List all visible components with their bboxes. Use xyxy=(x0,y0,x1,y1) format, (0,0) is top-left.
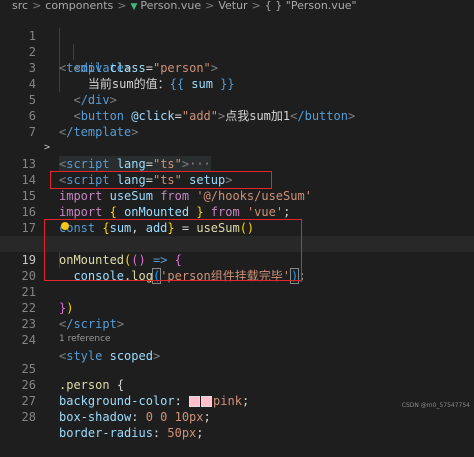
breadcrumb-item-file[interactable]: Person.vue xyxy=(140,0,201,12)
code-line[interactable]: 17 xyxy=(0,204,474,235)
css-property: box-shadow xyxy=(59,410,132,424)
code-line[interactable]: 2 <div class="person"> xyxy=(0,28,474,75)
codelens-references[interactable]: 1 reference xyxy=(59,334,111,344)
code-line[interactable]: 14 import useSum from '@/hooks/useSum' xyxy=(0,156,474,203)
code-line[interactable]: 4 </div> xyxy=(0,60,474,107)
chevron-right-icon: > xyxy=(205,0,215,12)
code-line[interactable]: 3 当前sum的值：{{ sum }} xyxy=(0,44,474,91)
watermark: CSDN @m0_57547754 xyxy=(401,402,470,409)
breadcrumb: src > components > ▼ Person.vue > Vetur >{ } "Pe… xyxy=(0,0,474,12)
code-line[interactable]: 1 <template> xyxy=(0,12,474,75)
chevron-right-icon: > xyxy=(251,0,261,12)
code-line[interactable]: 24 <style scoped> xyxy=(0,316,474,363)
code-line[interactable]: 5 <button @click="add">点我sum加1</button> xyxy=(0,76,474,123)
code-line[interactable]: 25 .person { xyxy=(0,345,474,392)
tag-name: /template xyxy=(66,125,132,139)
breadcrumb-item-symbol[interactable]: { } "Person.vue" xyxy=(265,0,357,12)
vue-file-icon: ▼ xyxy=(130,2,138,12)
breadcrumb-item-src[interactable]: src xyxy=(12,0,28,12)
highlight-box-import xyxy=(50,171,272,189)
code-line[interactable]: 16 const {sum, add} = useSum() xyxy=(0,188,474,235)
code-line[interactable]: 22 </script> xyxy=(0,284,474,331)
line-number: 7 xyxy=(28,125,36,139)
css-value: 50px xyxy=(167,426,197,440)
css-value: 0 0 10px xyxy=(145,410,204,424)
breadcrumb-item-components[interactable]: components xyxy=(45,0,113,12)
chevron-right-icon: > xyxy=(117,0,127,12)
code-line[interactable]: 23 xyxy=(0,300,474,331)
code-line[interactable]: 6 </template> xyxy=(0,92,474,139)
breadcrumb-item-vetur[interactable]: Vetur xyxy=(218,0,247,12)
code-line[interactable]: 27 box-shadow: 0 0 10px; xyxy=(0,377,474,424)
code-line[interactable]: 26 background-color: pink; xyxy=(0,361,474,408)
chevron-right-icon: > xyxy=(32,0,42,12)
highlight-box-onmounted xyxy=(44,219,302,281)
line-number: 28 xyxy=(21,410,36,424)
css-property: border-radius xyxy=(59,426,153,440)
code-line[interactable]: 7 > <script lang="ts">··· xyxy=(0,108,474,172)
code-line[interactable]: 13 <script lang="ts" setup> xyxy=(0,140,474,187)
